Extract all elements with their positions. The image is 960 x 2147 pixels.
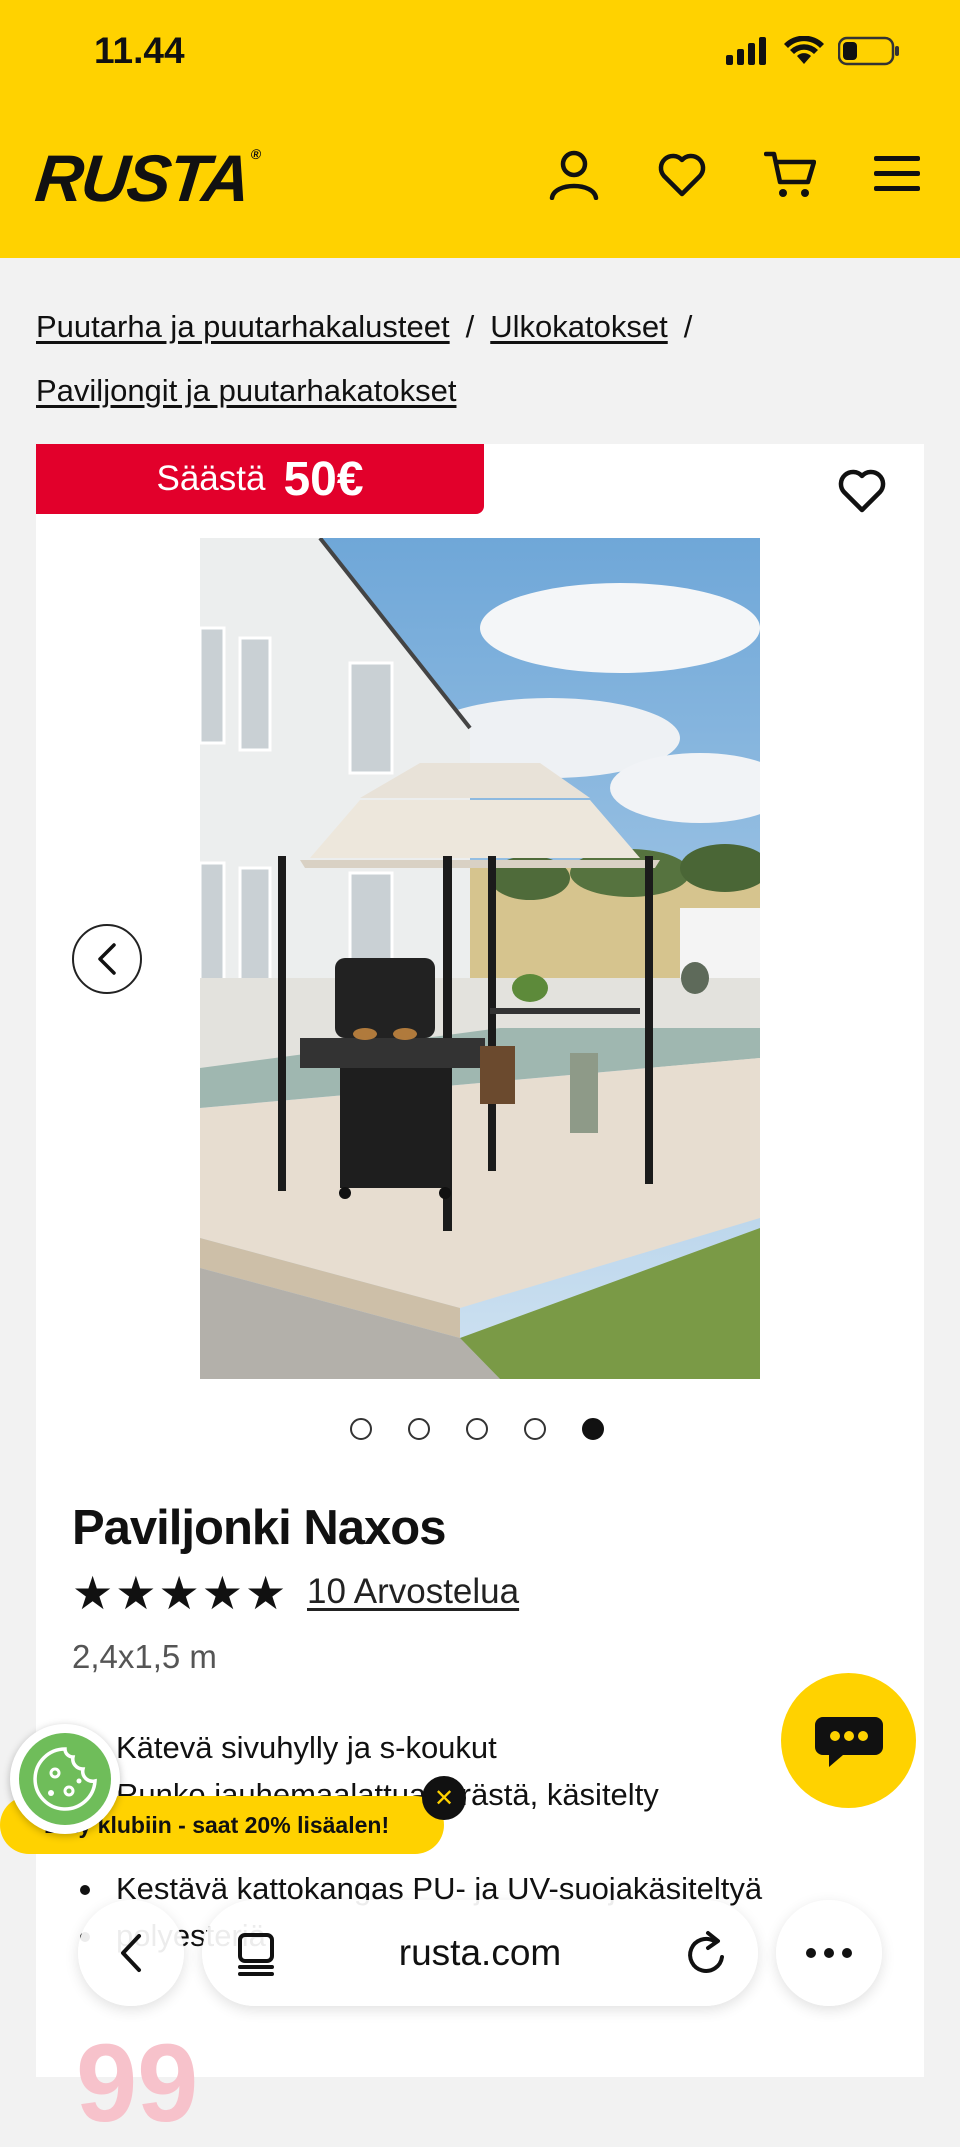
reviews-link[interactable]: 10 Arvostelua xyxy=(307,1572,519,1612)
menu-icon[interactable] xyxy=(872,148,924,200)
chat-bubble-icon xyxy=(814,1716,883,1767)
status-icons xyxy=(726,36,900,66)
breadcrumb-link[interactable]: Ulkokatokset xyxy=(490,309,667,344)
cookie-icon xyxy=(19,1733,111,1825)
product-size: 2,4x1,5 m xyxy=(72,1638,217,1675)
star-icon: ★ xyxy=(201,1567,243,1619)
address-bar[interactable]: rusta.com xyxy=(202,1900,758,2006)
club-banner-close-button[interactable]: ✕ xyxy=(422,1776,466,1820)
feature-item: Kätevä sivuhylly ja s-koukut xyxy=(72,1724,872,1771)
site-header: 11.44 RUSTA® xyxy=(0,0,960,258)
cookie-settings-button[interactable] xyxy=(10,1724,120,1834)
rusta-logo[interactable]: RUSTA® xyxy=(32,140,261,216)
star-icon: ★ xyxy=(158,1567,200,1619)
carousel-dots xyxy=(350,1418,604,1440)
carousel-dot[interactable] xyxy=(524,1418,546,1440)
star-icon: ★ xyxy=(72,1567,114,1619)
product-title: Paviljonki Naxos xyxy=(72,1501,446,1555)
price-partial: 99 xyxy=(76,2022,199,2145)
favorite-heart-icon[interactable] xyxy=(836,464,888,516)
more-options-button[interactable] xyxy=(776,1900,882,2006)
wifi-icon xyxy=(784,36,824,64)
breadcrumb-link[interactable]: Paviljongit ja puutarhakatokset xyxy=(36,373,456,408)
breadcrumb-separator: / xyxy=(465,309,475,344)
carousel-prev-button[interactable] xyxy=(72,924,142,994)
carousel-dot[interactable] xyxy=(350,1418,372,1440)
logo-text: RUSTA xyxy=(32,141,253,215)
chat-button[interactable] xyxy=(781,1673,916,1808)
product-image[interactable] xyxy=(200,538,760,1379)
browser-back-button[interactable] xyxy=(78,1900,184,2006)
carousel-dot[interactable] xyxy=(408,1418,430,1440)
wishlist-icon[interactable] xyxy=(656,148,708,200)
reload-icon[interactable] xyxy=(684,1929,730,1977)
chevron-left-icon xyxy=(121,1934,141,1972)
signal-icon xyxy=(726,37,766,65)
ellipsis-icon xyxy=(806,1948,852,1958)
chevron-left-icon xyxy=(98,943,116,975)
battery-icon xyxy=(838,36,899,66)
discount-badge: Säästä 50€ xyxy=(36,444,484,514)
registered-mark: ® xyxy=(250,146,261,162)
rating-stars: ★ ★ ★ ★ ★ xyxy=(72,1568,286,1618)
carousel-dot-active[interactable] xyxy=(582,1418,604,1440)
star-icon: ★ xyxy=(245,1567,287,1619)
discount-label: Säästä xyxy=(156,459,266,498)
cart-icon[interactable] xyxy=(764,148,816,200)
carousel-dot[interactable] xyxy=(466,1418,488,1440)
discount-amount: 50€ xyxy=(283,452,364,506)
breadcrumb-separator: / xyxy=(683,309,693,344)
star-icon: ★ xyxy=(115,1567,157,1619)
account-icon[interactable] xyxy=(548,148,600,200)
breadcrumb: Puutarha ja puutarhakalusteet / Ulkokatoks… xyxy=(36,295,926,423)
status-time: 11.44 xyxy=(94,30,185,71)
breadcrumb-link[interactable]: Puutarha ja puutarhakalusteet xyxy=(36,309,450,344)
url-text: rusta.com xyxy=(398,1932,562,1973)
